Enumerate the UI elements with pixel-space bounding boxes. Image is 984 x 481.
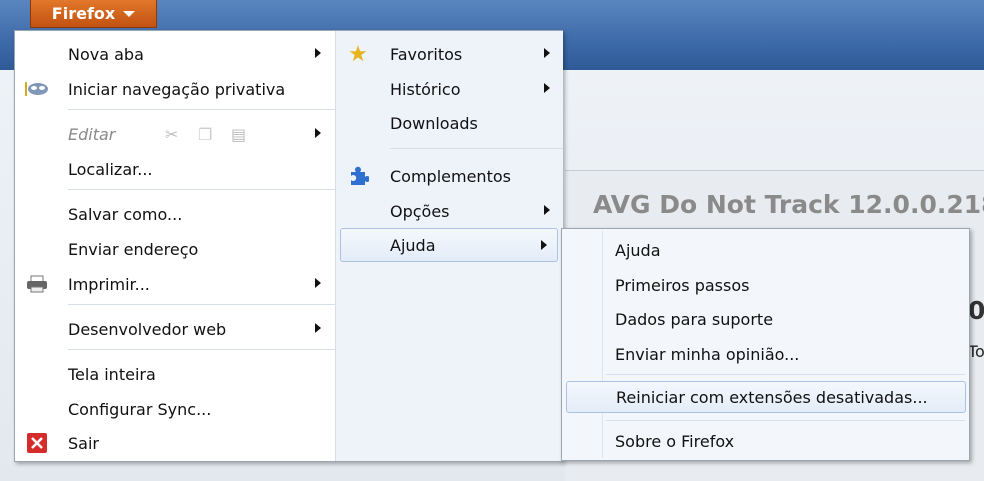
menu-item-edit[interactable]: Editar ✂ ❐ ▤ bbox=[15, 118, 335, 150]
menu-item-label: Desenvolvedor web bbox=[68, 319, 227, 339]
menu-item-help[interactable]: Ajuda bbox=[340, 228, 558, 262]
submenu-item-troubleshooting-info[interactable]: Dados para suporte bbox=[566, 303, 966, 335]
puzzle-icon bbox=[346, 165, 370, 187]
menu-item-label: Opções bbox=[390, 201, 450, 221]
menu-separator bbox=[390, 148, 563, 149]
menu-item-label: Salvar como... bbox=[68, 204, 183, 224]
cut-icon: ✂ bbox=[165, 124, 179, 144]
menu-item-web-developer[interactable]: Desenvolvedor web bbox=[15, 313, 335, 345]
menu-item-label: Complementos bbox=[390, 166, 511, 186]
submenu-item-submit-feedback[interactable]: Enviar minha opinião... bbox=[566, 338, 966, 370]
menu-item-label: Sobre o Firefox bbox=[615, 431, 735, 451]
submenu-item-help[interactable]: Ajuda bbox=[566, 234, 966, 266]
menu-item-print[interactable]: Imprimir... bbox=[15, 268, 335, 300]
menu-separator bbox=[606, 420, 965, 421]
background-text: To bbox=[968, 342, 984, 361]
menu-item-downloads[interactable]: Downloads bbox=[336, 107, 564, 139]
submenu-item-getting-started[interactable]: Primeiros passos bbox=[566, 269, 966, 301]
menu-item-label: Favoritos bbox=[390, 44, 463, 64]
menu-item-full-screen[interactable]: Tela inteira bbox=[15, 358, 335, 390]
menu-item-find[interactable]: Localizar... bbox=[15, 153, 335, 185]
menu-item-addons[interactable]: Complementos bbox=[336, 160, 564, 192]
menu-item-label: Enviar minha opinião... bbox=[615, 344, 800, 364]
help-submenu: Ajuda Primeiros passos Dados para suport… bbox=[561, 228, 970, 461]
paste-icon: ▤ bbox=[231, 124, 247, 144]
submenu-arrow-icon bbox=[315, 128, 321, 138]
menu-right-column: ★ Favoritos Histórico Downloads Complemen… bbox=[335, 31, 563, 461]
menu-item-label: Nova aba bbox=[68, 44, 144, 64]
submenu-arrow-icon bbox=[541, 240, 547, 250]
dropdown-arrow-icon bbox=[123, 10, 136, 17]
menu-item-label: Dados para suporte bbox=[615, 309, 774, 329]
submenu-arrow-icon bbox=[544, 83, 550, 93]
menu-item-label: Histórico bbox=[390, 79, 461, 99]
menu-item-label: Localizar... bbox=[68, 159, 153, 179]
menu-item-save-as[interactable]: Salvar como... bbox=[15, 198, 335, 230]
addon-heading: AVG Do Not Track 12.0.0.218 bbox=[593, 190, 984, 219]
menu-item-label: Ajuda bbox=[615, 240, 661, 260]
menu-item-send-link[interactable]: Enviar endereço bbox=[15, 233, 335, 265]
submenu-arrow-icon bbox=[544, 48, 550, 58]
menu-item-label: Configurar Sync... bbox=[68, 399, 212, 419]
printer-icon bbox=[25, 273, 49, 295]
menu-item-label: Reiniciar com extensões desativadas... bbox=[616, 387, 928, 407]
private-mask-icon bbox=[25, 78, 49, 100]
menu-item-label: Iniciar navegação privativa bbox=[68, 79, 286, 99]
menu-item-label: Enviar endereço bbox=[68, 239, 199, 259]
menu-item-history[interactable]: Histórico bbox=[336, 73, 564, 105]
menu-item-bookmarks[interactable]: ★ Favoritos bbox=[336, 38, 564, 70]
firefox-app-menu: Nova aba Iniciar navegação privativa Edi… bbox=[14, 30, 563, 462]
submenu-item-restart-addons-disabled[interactable]: Reiniciar com extensões desativadas... bbox=[566, 381, 966, 413]
menu-item-setup-sync[interactable]: Configurar Sync... bbox=[15, 393, 335, 425]
menu-item-label: Imprimir... bbox=[68, 274, 150, 294]
menu-item-label: Tela inteira bbox=[68, 364, 156, 384]
firefox-button-label: Firefox bbox=[51, 4, 116, 23]
menu-item-exit[interactable]: Sair bbox=[15, 427, 335, 459]
menu-item-new-tab[interactable]: Nova aba bbox=[15, 38, 335, 70]
copy-icon: ❐ bbox=[198, 124, 213, 144]
menu-item-private-browsing[interactable]: Iniciar navegação privativa bbox=[15, 73, 335, 105]
menu-item-options[interactable]: Opções bbox=[336, 195, 564, 227]
menu-item-label: Sair bbox=[68, 433, 99, 453]
menu-item-label: Ajuda bbox=[390, 235, 436, 255]
submenu-arrow-icon bbox=[544, 205, 550, 215]
submenu-arrow-icon bbox=[315, 48, 321, 58]
menu-item-label: Primeiros passos bbox=[615, 275, 750, 295]
submenu-arrow-icon bbox=[315, 278, 321, 288]
exit-icon bbox=[25, 432, 49, 454]
submenu-arrow-icon bbox=[315, 323, 321, 333]
submenu-item-about-firefox[interactable]: Sobre o Firefox bbox=[566, 425, 966, 457]
menu-item-label: Downloads bbox=[390, 113, 478, 133]
menu-separator bbox=[606, 374, 965, 375]
menu-item-label: Editar bbox=[68, 124, 116, 144]
firefox-menu-button[interactable]: Firefox bbox=[30, 0, 157, 28]
background-text: 0. bbox=[968, 296, 984, 325]
star-icon: ★ bbox=[348, 41, 368, 67]
